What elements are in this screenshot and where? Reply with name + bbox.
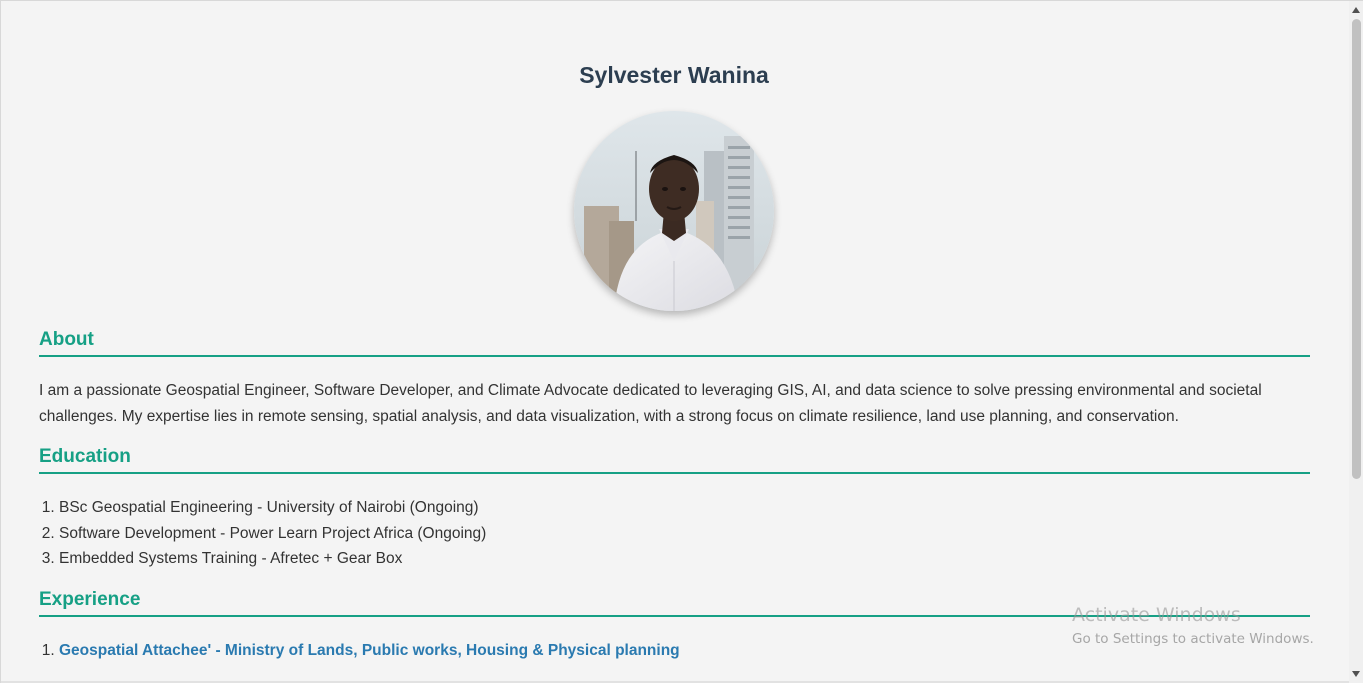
experience-list: Geospatial Attachee' - Ministry of Lands… — [39, 638, 680, 664]
activate-windows-subtitle: Go to Settings to activate Windows. — [1072, 631, 1314, 647]
activate-windows-title: Activate Windows — [1072, 604, 1241, 626]
profile-photo — [574, 111, 774, 311]
education-heading: Education — [39, 446, 1310, 474]
page-title: Sylvester Wanina — [579, 62, 769, 88]
education-list: BSc Geospatial Engineering - University … — [39, 495, 486, 572]
page-content: Sylvester Wanina About I am a passionate… — [1, 1, 1349, 683]
scroll-down-arrow-icon[interactable] — [1352, 671, 1360, 677]
about-heading: About — [39, 329, 1310, 357]
scroll-up-arrow-icon[interactable] — [1352, 7, 1360, 13]
education-item: BSc Geospatial Engineering - University … — [59, 495, 486, 521]
browser-viewport: Sylvester Wanina About I am a passionate… — [0, 0, 1363, 683]
experience-item: Geospatial Attachee' - Ministry of Lands… — [59, 638, 680, 664]
education-item: Software Development - Power Learn Proje… — [59, 521, 486, 547]
experience-link[interactable]: Geospatial Attachee' - Ministry of Lands… — [59, 642, 680, 659]
about-text: I am a passionate Geospatial Engineer, S… — [39, 382, 1262, 425]
scrollbar-thumb[interactable] — [1352, 19, 1361, 479]
education-item: Embedded Systems Training - Afretec + Ge… — [59, 546, 486, 572]
vertical-scrollbar[interactable] — [1349, 1, 1363, 683]
